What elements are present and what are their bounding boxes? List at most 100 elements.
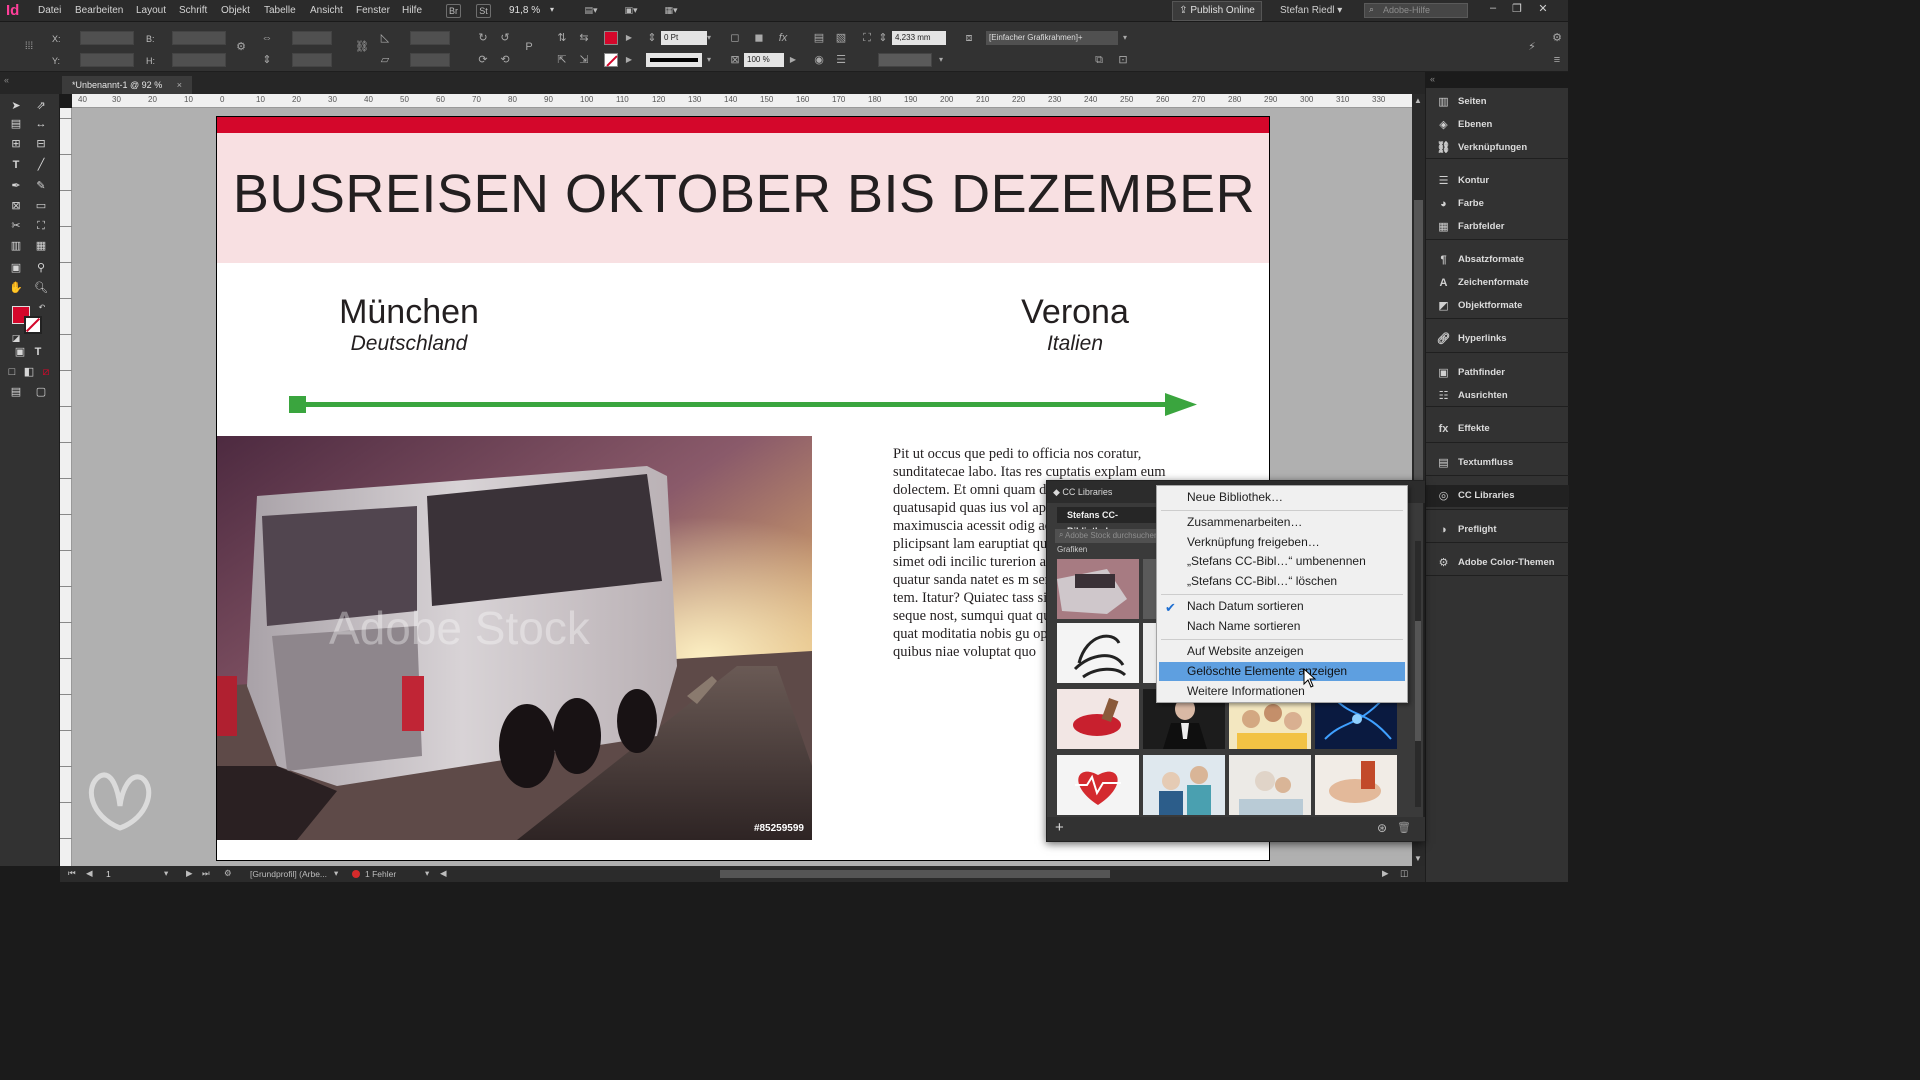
- menu-item-verknüpfung-freigeben[interactable]: Verknüpfung freigeben…: [1159, 533, 1405, 552]
- rotate-ccw-icon[interactable]: ↺: [498, 31, 512, 45]
- reference-point-icon[interactable]: ⁞⁞⁞: [22, 40, 36, 54]
- gear-icon[interactable]: ⚙: [1550, 31, 1564, 45]
- fill-dropdown-icon[interactable]: ▶: [622, 31, 636, 45]
- apply-none-icon[interactable]: ⧄: [38, 364, 54, 380]
- library-item-lips[interactable]: [1057, 689, 1139, 749]
- direct-selection-tool-icon[interactable]: ⇗: [33, 98, 49, 114]
- bus-photo[interactable]: Adobe Stock #85259599: [217, 436, 812, 840]
- library-item-elderly[interactable]: [1229, 755, 1311, 815]
- auto-fit-icon[interactable]: ⛶: [860, 31, 874, 45]
- user-menu[interactable]: Stefan Riedl ▾: [1280, 5, 1342, 16]
- menu-item-nach-datum-sortieren[interactable]: ✔ Nach Datum sortieren: [1159, 597, 1405, 616]
- last-page-icon[interactable]: ⏭: [202, 868, 210, 879]
- panel-menu-icon[interactable]: ≡: [1550, 53, 1564, 67]
- opacity-arrow-icon[interactable]: ▶: [786, 53, 800, 67]
- panel-farbe[interactable]: ◕ Farbe: [1426, 193, 1569, 215]
- panel-adobe-color-themen[interactable]: ⚙ Adobe Color-Themen: [1426, 552, 1569, 574]
- preview-mode-icon[interactable]: ▤: [8, 384, 24, 400]
- flip-horizontal-icon[interactable]: ⇅: [555, 31, 569, 45]
- panel-seiten[interactable]: ▥ Seiten: [1426, 91, 1569, 113]
- x-position-field[interactable]: [80, 31, 134, 45]
- menu-item-auf-website-anzeigen[interactable]: Auf Website anzeigen: [1159, 642, 1405, 661]
- stroke-color-swatch[interactable]: [24, 316, 42, 334]
- panel-objektformate[interactable]: ◩ Objektformate: [1426, 295, 1569, 317]
- zoom-level[interactable]: 91,8 %: [509, 5, 540, 16]
- frame-grid-icon[interactable]: ⊡: [1116, 53, 1130, 67]
- scale-x-icon[interactable]: ⇔: [260, 31, 274, 45]
- menu-bearbeiten[interactable]: Bearbeiten: [75, 5, 123, 16]
- previous-page-icon[interactable]: ◀: [86, 868, 93, 879]
- text-wrap-bbox-icon[interactable]: ▧: [834, 31, 848, 45]
- collapse-icon[interactable]: ◆: [1053, 487, 1062, 497]
- panel-ausrichten[interactable]: ☷ Ausrichten: [1426, 385, 1569, 407]
- apply-color-icon[interactable]: □: [4, 364, 20, 380]
- chevron-down-icon[interactable]: ▾: [1118, 31, 1132, 45]
- panel-absatzformate[interactable]: ¶ Absatzformate: [1426, 249, 1569, 271]
- apply-gradient-icon[interactable]: ◧: [21, 364, 37, 380]
- collapse-toolbox-icon[interactable]: «: [4, 75, 9, 85]
- menu-tabelle[interactable]: Tabelle: [264, 5, 296, 16]
- first-page-icon[interactable]: ⏮: [68, 868, 76, 879]
- stock-button[interactable]: St: [476, 4, 491, 18]
- formatting-text-icon[interactable]: T: [30, 344, 46, 360]
- menu-datei[interactable]: Datei: [38, 5, 61, 16]
- help-search-input[interactable]: Adobe-Hilfe: [1364, 3, 1468, 18]
- menu-item-nach-name-sortieren[interactable]: Nach Name sortieren: [1159, 617, 1405, 636]
- menu-item-neue-bibliothek[interactable]: Neue Bibliothek…: [1159, 488, 1405, 507]
- gradient-feather-tool-icon[interactable]: ▦: [33, 238, 49, 254]
- rotate-field[interactable]: [410, 31, 450, 45]
- rotate-cw-icon[interactable]: ↻: [476, 31, 490, 45]
- scroll-right-icon[interactable]: ▶: [1382, 868, 1389, 879]
- scroll-left-icon[interactable]: ◀: [440, 868, 447, 879]
- chevron-down-icon[interactable]: ▾: [550, 5, 554, 14]
- split-window-icon[interactable]: ◫: [1400, 868, 1408, 879]
- rectangle-tool-icon[interactable]: ▭: [33, 198, 49, 214]
- chevron-down-icon[interactable]: ▾: [934, 53, 948, 67]
- library-item-physio[interactable]: [1315, 755, 1397, 815]
- scroll-up-icon[interactable]: ▲: [1414, 96, 1422, 105]
- header-accent-bar[interactable]: [217, 117, 1269, 133]
- menu-hilfe[interactable]: Hilfe: [402, 5, 422, 16]
- menu-fenster[interactable]: Fenster: [356, 5, 390, 16]
- scissors-tool-icon[interactable]: ✂: [8, 218, 24, 234]
- page-headline[interactable]: BUSREISEN OKTOBER BIS DEZEMBER: [217, 163, 1269, 225]
- swap-colors-icon[interactable]: ↶: [34, 300, 50, 316]
- maximize-icon[interactable]: ❐: [1508, 2, 1526, 18]
- panel-preflight[interactable]: ◑ Preflight: [1426, 519, 1569, 541]
- object-style-select[interactable]: [Einfacher Grafikrahmen]+: [986, 31, 1118, 45]
- library-item-bus[interactable]: [1057, 559, 1139, 619]
- preflight-profile-icon[interactable]: ⚙: [224, 868, 232, 879]
- panel-zeichenformate[interactable]: A Zeichenformate: [1426, 272, 1569, 294]
- library-item-nurse[interactable]: [1143, 755, 1225, 815]
- stroke-dropdown-icon[interactable]: ▶: [622, 53, 636, 67]
- arrange-documents-icon[interactable]: ▦▾: [660, 4, 682, 18]
- preflight-profile-select[interactable]: [Grundprofil] (Arbe...: [250, 869, 327, 879]
- select-next-icon[interactable]: ⇲: [577, 53, 591, 67]
- origin-country[interactable]: Deutschland: [297, 332, 521, 356]
- free-transform-tool-icon[interactable]: ⛶: [33, 218, 49, 234]
- close-window-icon[interactable]: ✕: [1534, 2, 1552, 18]
- zoom-tool-icon[interactable]: 🔍︎: [33, 280, 49, 296]
- menu-item-weitere-informationen[interactable]: Weitere Informationen: [1159, 682, 1405, 701]
- screen-mode-icon[interactable]: ▣▾: [620, 4, 642, 18]
- stroke-type-select[interactable]: [646, 53, 702, 67]
- stroke-weight-stepper[interactable]: ⇕: [645, 31, 659, 45]
- minimize-icon[interactable]: –: [1484, 2, 1502, 18]
- library-select[interactable]: Stefans CC-Bibliothek: [1057, 507, 1159, 536]
- library-item-heart[interactable]: [1057, 755, 1139, 815]
- frame-size-stepper[interactable]: ⇕: [876, 31, 890, 45]
- scroll-down-icon[interactable]: ▼: [1414, 854, 1422, 863]
- fx-icon[interactable]: fx: [776, 31, 790, 45]
- constrain-proportions-icon[interactable]: ⚙: [234, 40, 248, 54]
- panel-verknüpfungen[interactable]: ⛓ Verknüpfungen: [1426, 137, 1569, 159]
- flip-vertical-icon[interactable]: ⇆: [577, 31, 591, 45]
- object-style-icon[interactable]: ⧈: [962, 31, 976, 45]
- menu-layout[interactable]: Layout: [136, 5, 166, 16]
- route-arrow[interactable]: [287, 393, 1199, 417]
- menu-item-stefans-cc-bibl-löschen[interactable]: „Stefans CC-Bibl…“ löschen: [1159, 572, 1405, 591]
- content-collector-icon[interactable]: ⊞: [8, 136, 24, 152]
- screen-mode-icon[interactable]: ▢: [33, 384, 49, 400]
- stroke-style-icon[interactable]: ◻: [728, 31, 742, 45]
- scale-y-icon[interactable]: ⇕: [260, 53, 274, 67]
- gap-tool-icon[interactable]: ↔: [33, 116, 49, 132]
